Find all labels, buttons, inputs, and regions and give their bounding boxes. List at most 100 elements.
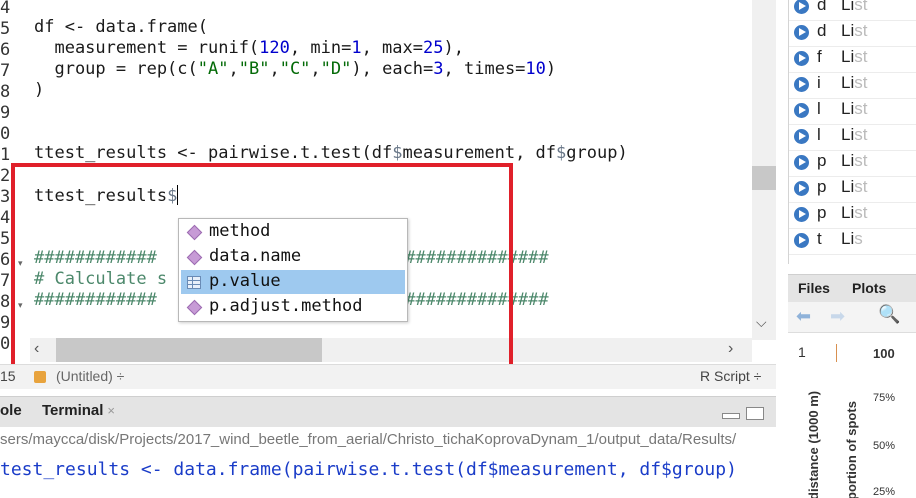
code-line-active[interactable]: ttest_results$ [34,185,179,207]
files-plots-tab-bar: Files Plots [788,274,916,303]
type-text: Li [841,177,855,196]
working-directory-path[interactable]: sers/maycca/disk/Projects/2017_wind_beet… [0,431,736,448]
code-line[interactable]: measurement = runif(120, min=1, max=25), [34,38,464,59]
close-icon[interactable]: × [107,403,115,418]
variable-name: d [817,21,827,40]
tab-terminal[interactable]: Terminal × [42,402,115,419]
maximize-pane-icon[interactable] [746,407,764,420]
line-number: 4 [0,0,11,18]
line-number: 9 [0,313,11,333]
code-line[interactable]: ) [34,80,44,101]
expand-icon[interactable] [794,25,809,40]
environment-row[interactable]: l List [789,98,916,125]
variable-type: List [841,0,867,15]
environment-row[interactable]: t Lis [789,228,916,255]
autocomplete-item-p-value[interactable]: p.value [181,270,405,294]
code-line[interactable]: group = rep(c("A","B","C","D"), each=3, … [34,59,556,80]
environment-row[interactable]: i List [789,72,916,99]
tab-console[interactable]: ole [0,402,22,419]
line-number: 5 [0,229,11,249]
arrow-left-icon[interactable]: ⬅ [796,306,811,327]
expand-icon[interactable] [794,129,809,144]
type-text: Li [841,73,855,92]
code-operator: $ [167,186,178,206]
expand-icon[interactable] [794,0,809,14]
code-operator: $ [392,143,403,163]
autocomplete-label: p.value [209,271,281,291]
table-icon [187,276,201,289]
autocomplete-item-p-adjust-method[interactable]: p.adjust.method [181,295,405,319]
scope-selector[interactable]: (Untitled) ÷ [56,368,124,384]
chevron-down-icon[interactable]: ⌵ [756,314,767,331]
variable-name: l [817,99,821,118]
expand-icon[interactable] [794,77,809,92]
vertical-scrollbar[interactable]: ⌵ [752,0,776,340]
code-text: group) [566,143,628,163]
type-text: Li [841,203,855,222]
variable-type: List [841,99,867,119]
environment-row[interactable]: p List [789,202,916,229]
environment-row[interactable]: d List [789,0,916,21]
scrollbar-thumb[interactable] [752,166,776,190]
environment-row[interactable]: d List [789,20,916,47]
autocomplete-label: method [209,221,271,241]
file-type-selector[interactable]: R Script ÷ [700,368,761,384]
code-text: ), [443,38,464,58]
chevron-left-icon[interactable]: ‹ [34,340,39,358]
line-number: 2 [0,166,11,186]
tab-label: Terminal [42,402,104,419]
autocomplete-item-method[interactable]: method [181,220,405,244]
chevron-right-icon[interactable]: › [728,340,733,358]
autocomplete-item-data-name[interactable]: data.name [181,245,405,269]
code-comment: ############ [34,248,157,268]
tab-files[interactable]: Files [798,280,830,296]
scrollbar-thumb[interactable] [56,338,322,362]
horizontal-scrollbar[interactable]: ‹ › [30,338,752,362]
line-number: 3 [0,187,11,207]
plot-tick-label: 50% [873,440,896,452]
environment-row[interactable]: f List [789,46,916,73]
code-text: group = rep(c( [34,59,198,79]
code-string: "A" [197,59,229,79]
minimize-pane-icon[interactable] [722,413,740,419]
plot-label: 1 [798,344,806,360]
fold-marker-icon[interactable]: ▾ [18,300,23,311]
expand-icon[interactable] [794,207,809,222]
arrow-right-icon[interactable]: ➡ [830,306,845,327]
autocomplete-popup[interactable]: method data.name p.value p.adjust.method [178,218,408,322]
tab-plots[interactable]: Plots [852,280,886,296]
expand-icon[interactable] [794,155,809,170]
expand-icon[interactable] [794,51,809,66]
code-comment: ################ [384,248,549,268]
type-text-faded: st [854,47,868,66]
zoom-icon[interactable]: 🔍 [878,304,900,325]
expand-icon[interactable] [794,233,809,248]
code-line[interactable]: ttest_results <- pairwise.t.test(df$meas… [34,143,628,164]
code-number: 120 [259,38,290,58]
variable-name: t [817,229,822,248]
type-text-faded: st [854,99,868,118]
code-comment: ################ [384,290,549,310]
code-line[interactable]: df <- data.frame( [34,17,208,38]
variable-name: d [817,0,827,14]
variable-type: List [841,21,867,41]
environment-row[interactable]: l List [789,124,916,151]
plots-toolbar: ⬅ ➡ 🔍 [788,302,916,333]
type-text-faded: st [854,21,868,40]
line-number: 8 [0,292,11,312]
environment-panel[interactable]: d List d List f List i List l List l List p List p List… [788,0,916,264]
console-pane[interactable]: sers/maycca/disk/Projects/2017_wind_beet… [0,427,776,498]
line-number: 0 [0,124,11,144]
fold-marker-icon[interactable]: ▾ [18,258,23,269]
variable-type: List [841,177,867,197]
expand-icon[interactable] [794,181,809,196]
environment-row[interactable]: p List [789,150,916,177]
code-text: ) [545,59,557,79]
expand-icon[interactable] [794,103,809,118]
line-number: 7 [0,61,11,81]
variable-type: List [841,151,867,171]
variable-name: i [817,73,821,92]
type-text: Li [841,99,855,118]
code-number: 10 [525,59,546,79]
environment-row[interactable]: p List [789,176,916,203]
